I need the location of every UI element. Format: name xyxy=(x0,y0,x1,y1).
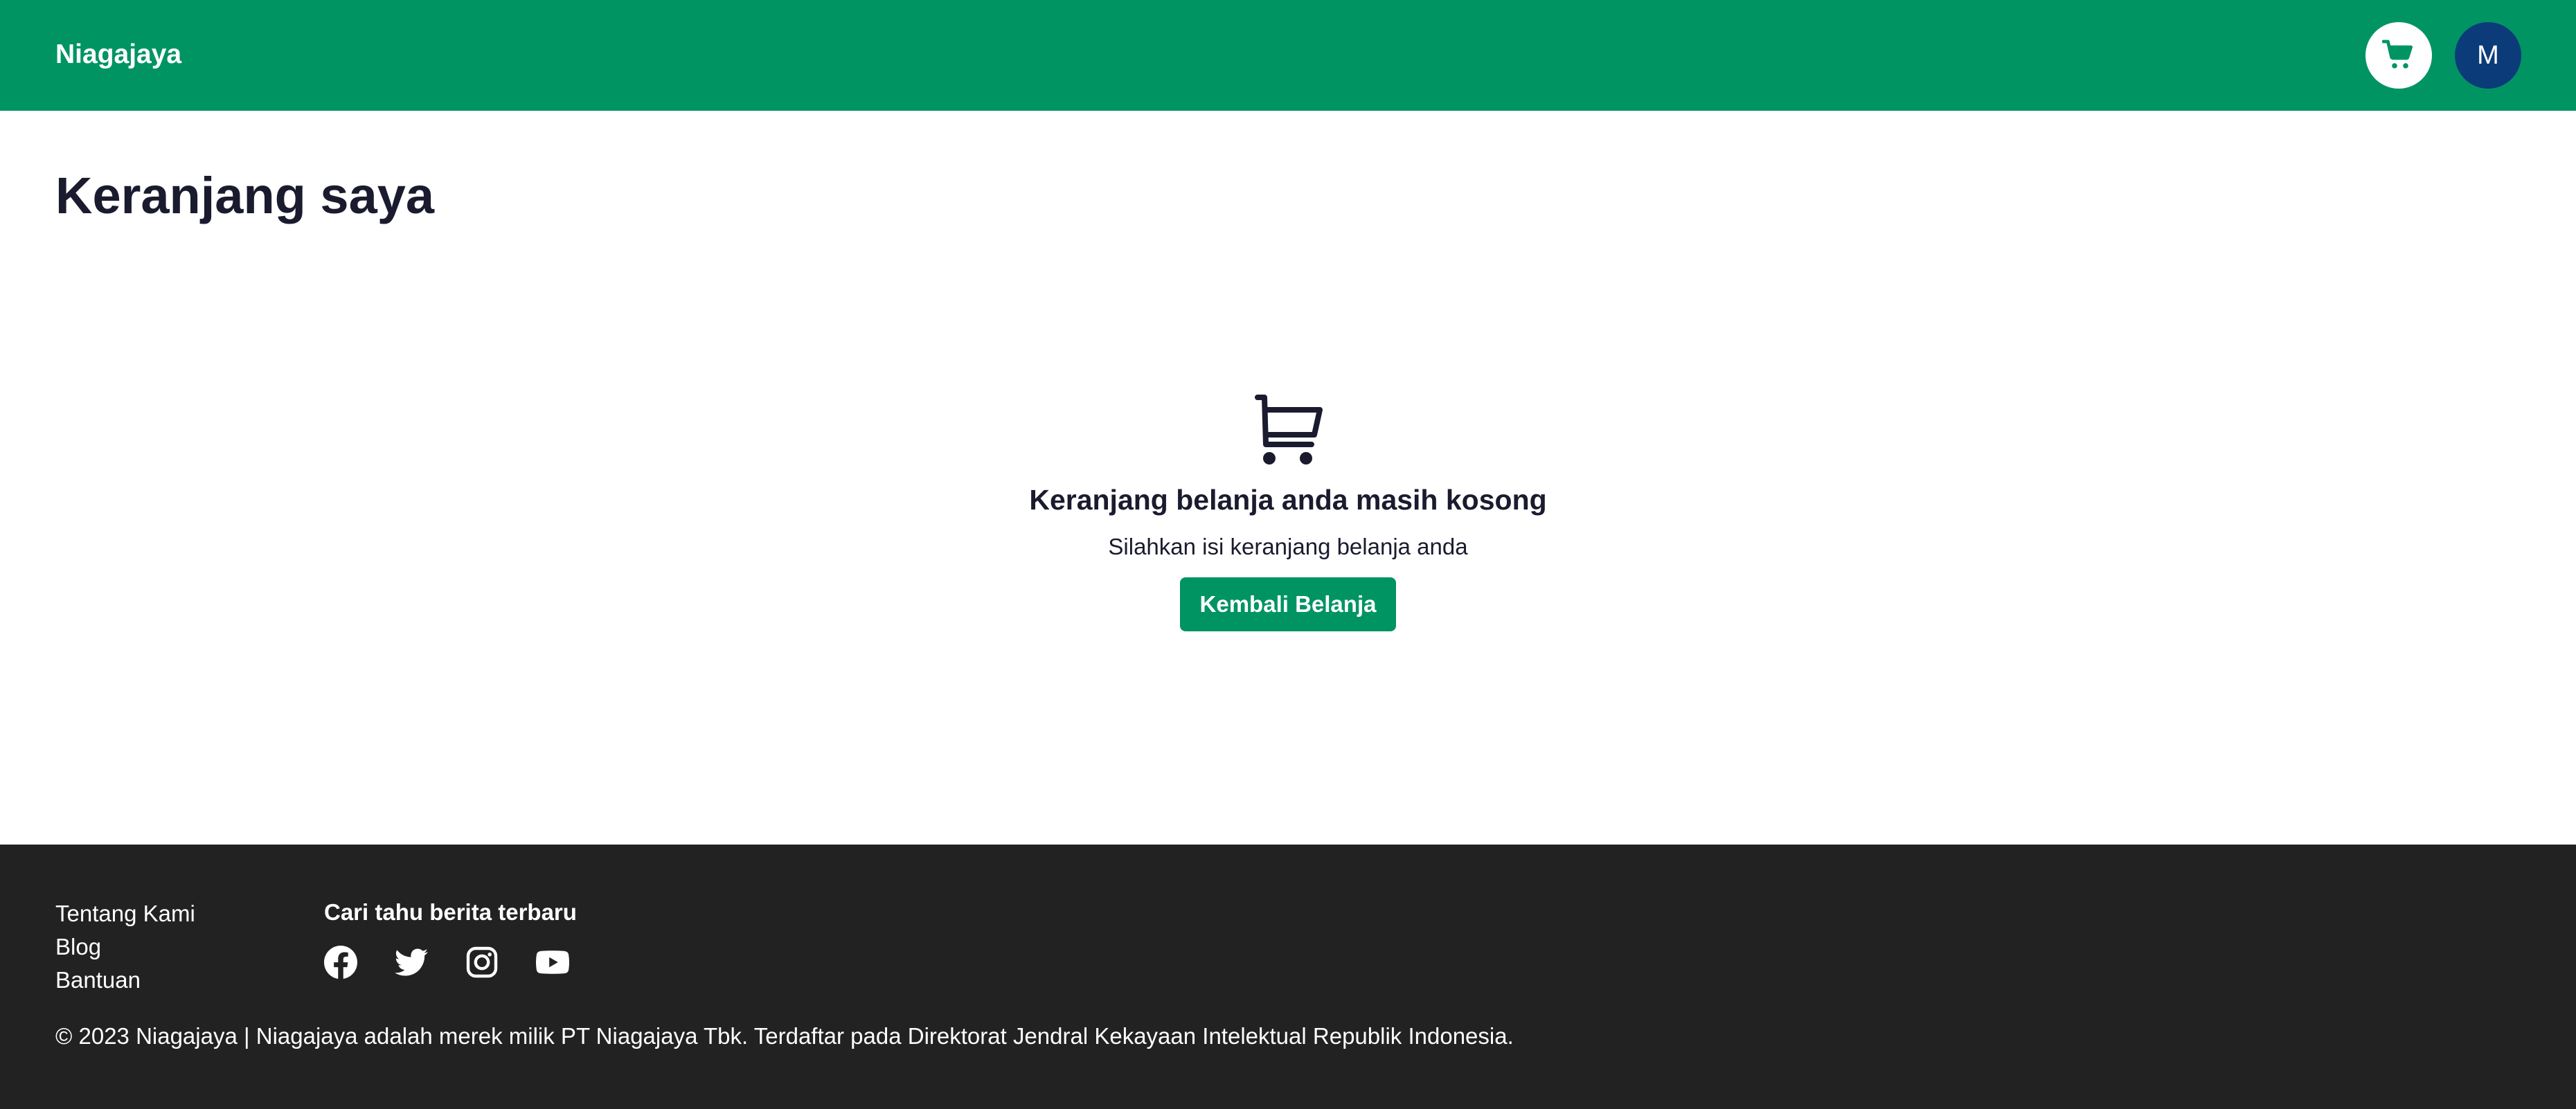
empty-cart-heading: Keranjang belanja anda masih kosong xyxy=(1029,484,1547,516)
top-navbar: Niagajaya M xyxy=(0,0,2576,111)
facebook-icon[interactable] xyxy=(324,946,357,979)
brand-logo[interactable]: Niagajaya xyxy=(55,38,181,71)
social-links xyxy=(324,946,569,979)
site-footer: Tentang Kami Blog Bantuan Cari tahu beri… xyxy=(0,845,2576,1109)
cart-button[interactable] xyxy=(2365,22,2432,89)
back-to-shopping-button[interactable]: Kembali Belanja xyxy=(1180,577,1396,631)
empty-cart-icon xyxy=(1255,395,1323,465)
copyright-text: © 2023 Niagajaya | Niagajaya adalah mere… xyxy=(55,1023,1514,1049)
twitter-icon[interactable] xyxy=(395,946,428,979)
news-title: Cari tahu berita terbaru xyxy=(324,899,577,925)
page-title: Keranjang saya xyxy=(55,167,435,224)
footer-links: Tentang Kami Blog Bantuan xyxy=(55,897,195,997)
youtube-icon[interactable] xyxy=(536,946,569,979)
footer-link-about[interactable]: Tentang Kami xyxy=(55,897,195,930)
instagram-icon[interactable] xyxy=(465,946,499,979)
footer-link-blog[interactable]: Blog xyxy=(55,930,195,964)
user-avatar[interactable]: M xyxy=(2455,22,2521,89)
footer-link-help[interactable]: Bantuan xyxy=(55,964,195,997)
empty-cart-subtext: Silahkan isi keranjang belanja anda xyxy=(1108,534,1468,559)
shopping-cart-icon xyxy=(2382,39,2413,69)
